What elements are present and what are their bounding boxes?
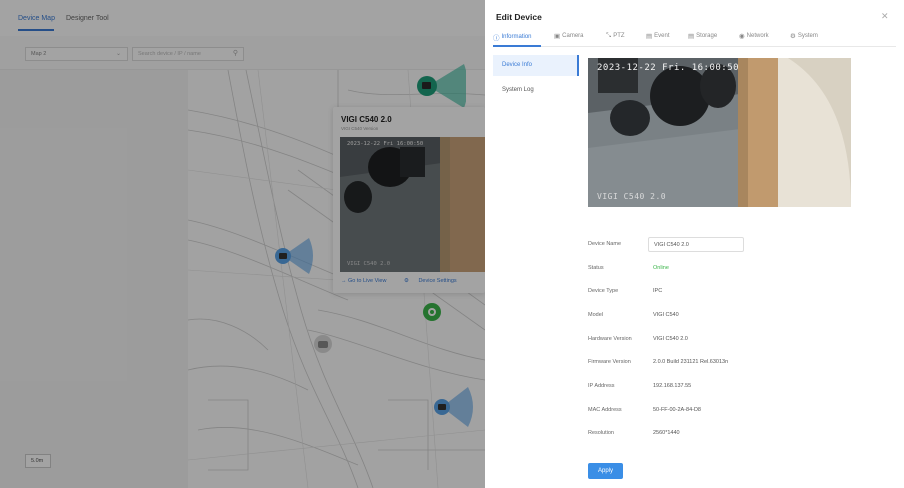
ptz-icon: ⤡ [606, 32, 612, 39]
preview-camera-scene [588, 58, 851, 207]
apply-button[interactable]: Apply [588, 463, 623, 479]
edit-device-drawer: Edit Device ✕ ⓘ Information ▣ Camera ⤡ P… [485, 0, 904, 488]
tab-information[interactable]: ⓘ Information [493, 32, 532, 42]
info-value: 50-FF-00-2A-84-D8 [653, 407, 701, 413]
preview-camera-overlay: VIGI C540 2.0 [597, 192, 667, 201]
active-tab-underline [493, 45, 541, 47]
storage-icon: ▤ [688, 33, 695, 40]
status-value: Online [653, 265, 669, 271]
info-row-hardware-version: Hardware Version VIGI C540 2.0 [588, 332, 878, 346]
info-row-ip-address: IP Address 192.168.137.55 [588, 379, 878, 393]
side-menu: Device Info System Log [493, 55, 579, 105]
info-value: 192.168.137.55 [653, 383, 692, 389]
info-row-resolution: Resolution 2560*1440 [588, 426, 878, 440]
tabs-divider [493, 46, 896, 47]
info-label: MAC Address [588, 407, 622, 413]
device-name-input[interactable]: VIGI C540 2.0 [648, 237, 744, 252]
network-icon: ◉ [739, 33, 745, 40]
side-item-device-info[interactable]: Device Info [493, 55, 579, 76]
tab-storage[interactable]: ▤ Storage [688, 32, 717, 40]
info-label: Status [588, 265, 604, 271]
info-value: IPC [653, 288, 663, 294]
tab-system[interactable]: ⚙ System [790, 32, 818, 40]
preview-timestamp: 2023-12-22 Fri. 16:00:50 [597, 63, 740, 73]
camera-preview: 2023-12-22 Fri. 16:00:50 VIGI C540 2.0 [588, 58, 851, 207]
info-row-device-name: Device Name VIGI C540 2.0 [588, 237, 878, 252]
info-label: Firmware Version [588, 359, 631, 365]
side-item-system-log[interactable]: System Log [493, 80, 579, 101]
info-label: Device Name [588, 241, 622, 247]
tab-event[interactable]: ▤ Event [646, 32, 670, 40]
camera-icon: ▣ [554, 33, 561, 40]
info-icon: ⓘ [493, 35, 500, 42]
tab-ptz[interactable]: ⤡ PTZ [606, 32, 625, 40]
info-row-firmware-version: Firmware Version 2.0.0 Build 231121 Rel.… [588, 355, 878, 369]
close-icon[interactable]: ✕ [881, 11, 889, 22]
modal-overlay[interactable] [0, 0, 485, 488]
info-label: Model [588, 312, 603, 318]
info-label: Resolution [588, 430, 614, 436]
info-label: Device Type [588, 288, 619, 294]
info-row-device-type: Device Type IPC [588, 284, 878, 298]
device-map-app: Device Map Designer Tool Map 2 ⌄ Search … [0, 0, 485, 488]
info-row-mac-address: MAC Address 50-FF-00-2A-84-D8 [588, 403, 878, 417]
tab-network[interactable]: ◉ Network [739, 32, 769, 40]
drawer-title: Edit Device [496, 12, 542, 22]
info-value: VIGI C540 [653, 312, 679, 318]
info-value: 2560*1440 [653, 430, 680, 436]
system-icon: ⚙ [790, 33, 796, 40]
tab-camera[interactable]: ▣ Camera [554, 32, 584, 40]
info-row-model: Model VIGI C540 [588, 308, 878, 322]
info-label: Hardware Version [588, 336, 632, 342]
info-value: VIGI C540 2.0 [653, 336, 688, 342]
event-icon: ▤ [646, 33, 653, 40]
info-row-status: Status Online [588, 261, 878, 275]
info-label: IP Address [588, 383, 615, 389]
info-value: 2.0.0 Build 231121 Rel.63013n [653, 359, 729, 365]
